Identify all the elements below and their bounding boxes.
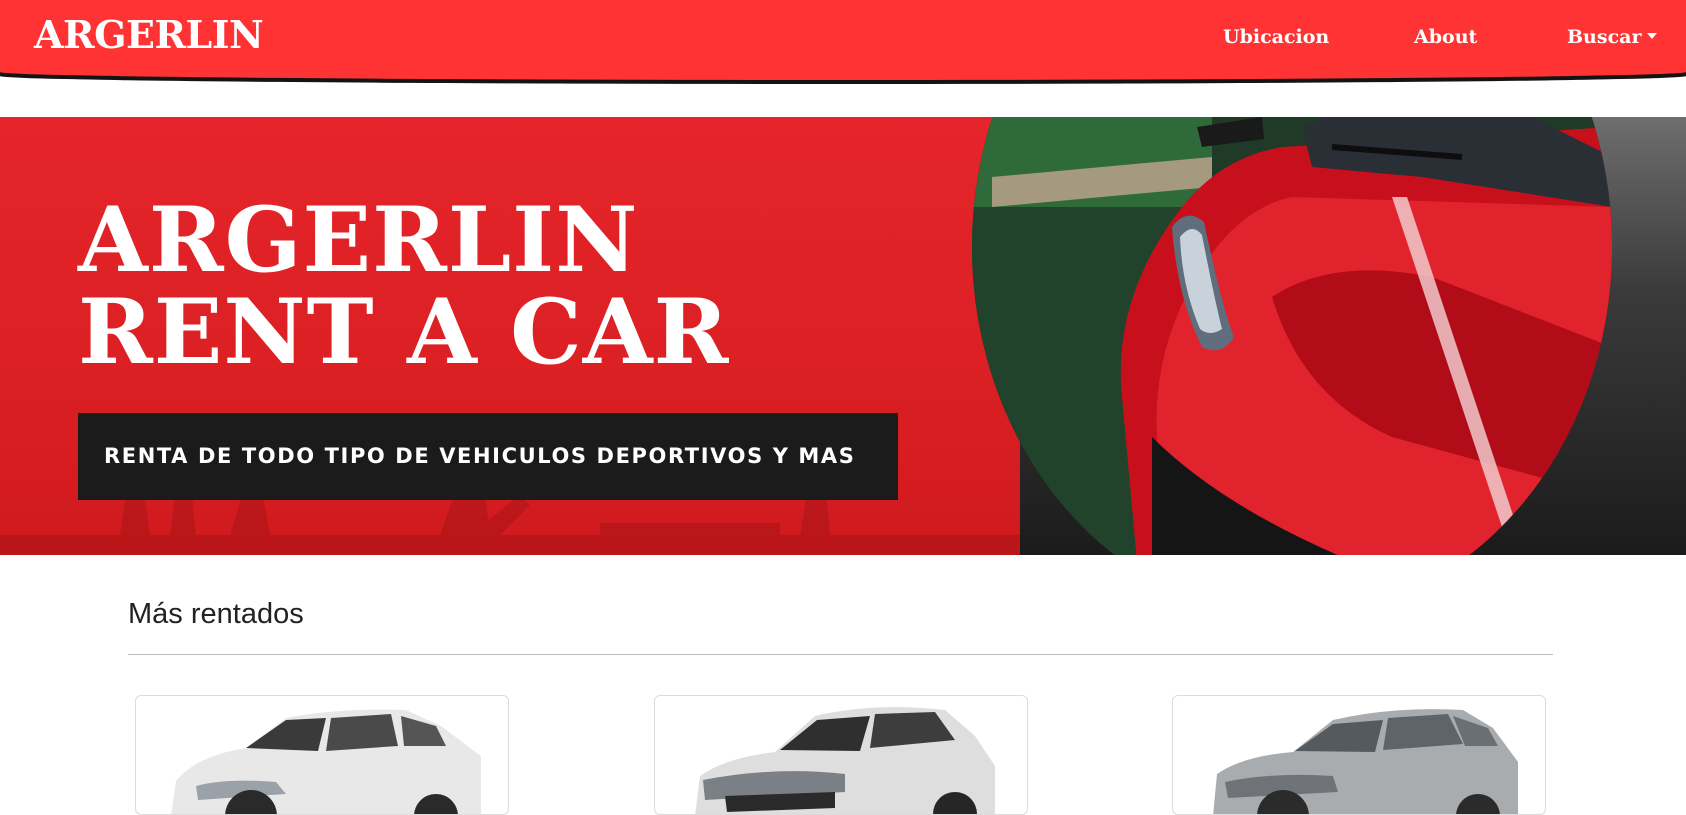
nav-dropdown-buscar-label: Buscar [1567, 26, 1642, 48]
brand-logo[interactable]: ARGERLIN [34, 12, 264, 57]
hero-tagline: RENTA DE TODO TIPO DE VEHICULOS DEPORTIV… [78, 413, 898, 500]
car-image-white-suv [171, 709, 481, 814]
caret-down-icon [1647, 33, 1658, 39]
sports-car-photo [972, 117, 1612, 555]
car-card[interactable] [135, 695, 509, 815]
nav-link-about[interactable]: About [1414, 26, 1477, 48]
car-image-silver-suv [1213, 709, 1518, 814]
hero-title-line-1: ARGERLIN [78, 187, 639, 293]
hero-title: ARGERLIN RENT A CAR [78, 194, 729, 378]
hero-title-line-2: RENT A CAR [78, 279, 730, 385]
car-card[interactable] [1172, 695, 1546, 815]
section-divider [128, 654, 1553, 655]
nav-dropdown-buscar[interactable]: Buscar [1567, 26, 1658, 48]
top-navbar: ARGERLIN Ubicacion About Buscar [0, 0, 1686, 80]
car-card[interactable] [654, 695, 1028, 815]
nav-link-ubicacion[interactable]: Ubicacion [1223, 26, 1329, 48]
section-title-most-rented: Más rentados [128, 598, 304, 630]
hero-banner: ARGERLIN RENT A CAR RENTA DE TODO TIPO D… [0, 117, 1686, 555]
car-image-white-suv-front [695, 707, 995, 814]
